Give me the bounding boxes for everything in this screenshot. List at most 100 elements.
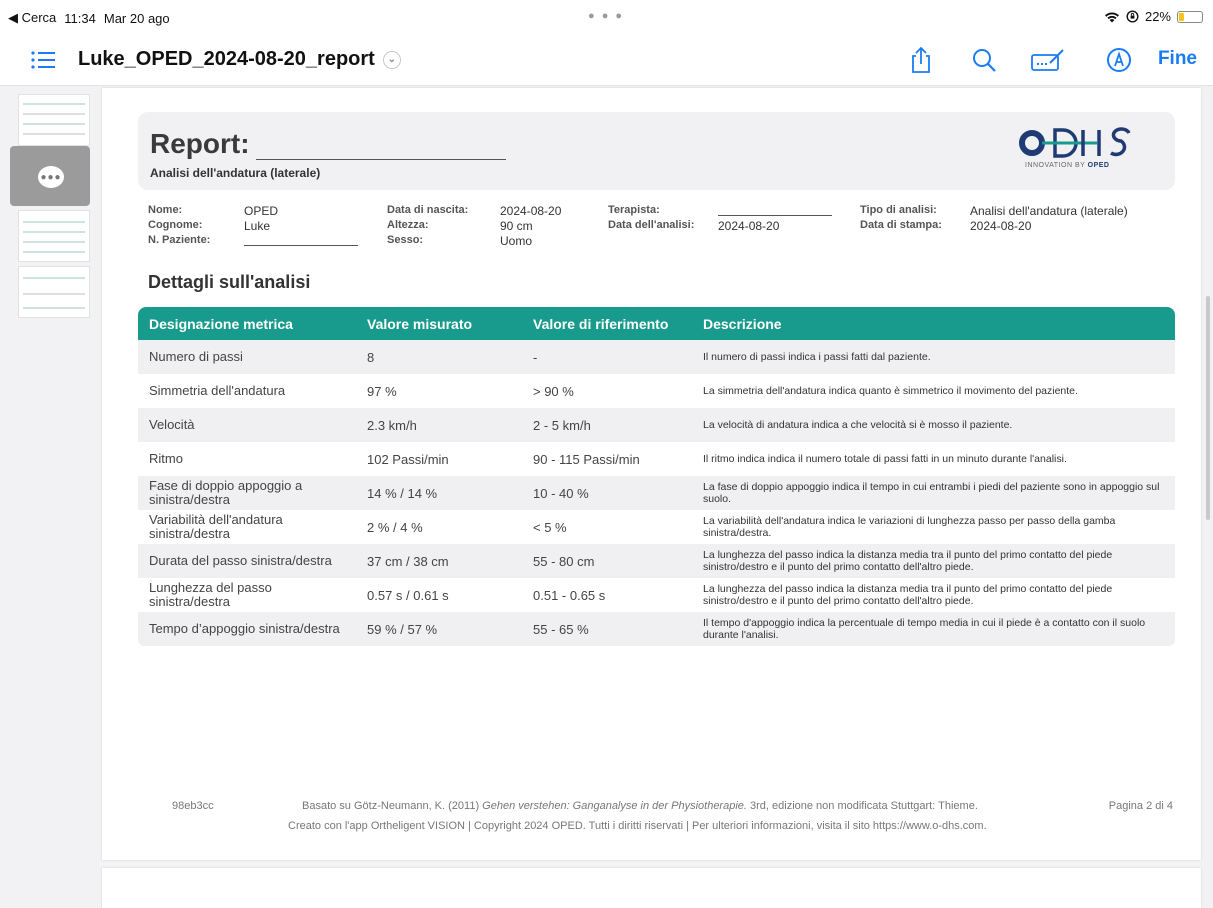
metric-name: Fase di doppio appoggio a sinistra/destr… xyxy=(138,476,356,510)
page-thumbnail-3[interactable] xyxy=(18,210,90,262)
more-options-icon[interactable]: ●●● xyxy=(38,166,64,188)
page-thumbnail-4[interactable] xyxy=(18,266,90,318)
patient-info-col-4: Tipo di analisi: Analisi dell'andatura (l… xyxy=(860,204,1128,234)
table-row: Numero di passi 8 - Il numero di passi i… xyxy=(138,340,1175,374)
measured-value: 2.3 km/h xyxy=(356,408,522,442)
pdf-page-next xyxy=(102,868,1201,908)
metric-name: Simmetria dell'andatura xyxy=(149,383,286,398)
markup-signature-icon[interactable] xyxy=(1030,46,1066,74)
outline-list-icon[interactable] xyxy=(30,48,56,72)
battery-icon xyxy=(1177,10,1203,23)
metric-description: La simmetria dell'andatura indica quanto… xyxy=(703,385,1078,397)
reference-value: 55 - 80 cm xyxy=(522,544,692,578)
reference-value: 55 - 65 % xyxy=(522,612,692,646)
chevron-down-icon[interactable]: ⌄ xyxy=(382,50,401,69)
metric-description: La lunghezza del passo indica la distanz… xyxy=(703,583,1113,607)
orientation-lock-icon xyxy=(1126,10,1139,23)
patient-info-col-1: Nome: OPED Cognome: Luke N. Paziente: xyxy=(148,204,358,249)
page-thumbnails-sidebar: ●●● xyxy=(0,86,100,908)
metric-description: La lunghezza del passo indica la distanz… xyxy=(692,544,1175,578)
cognome-label: Cognome: xyxy=(148,219,203,231)
report-title-blank xyxy=(255,136,506,160)
measured-value: 14 % / 14 % xyxy=(356,476,522,510)
odhs-logo: INNOVATION BY OPED xyxy=(1017,124,1137,176)
metric-name: Numero di passi xyxy=(138,340,356,374)
column-header: Designazione metrica xyxy=(138,307,356,340)
patient-info-col-2: Data di nascita: 2024-08-20 Altezza: 90 cm… xyxy=(387,204,561,249)
reference-value: 10 - 40 % xyxy=(522,476,692,510)
logo-tagline: INNOVATION BY OPED xyxy=(1025,162,1110,169)
multitasking-dots-icon[interactable]: ● ● ● xyxy=(588,10,624,22)
measured-value: 0.57 s / 0.61 s xyxy=(367,587,449,603)
table-row: Lunghezza del passo sinistra/destra 0.57… xyxy=(138,578,1175,612)
search-icon[interactable] xyxy=(970,46,1000,74)
column-header: Valore misurato xyxy=(356,307,522,340)
measured-value: 8 xyxy=(356,340,522,374)
reference-value: - xyxy=(522,340,692,374)
table-row: Tempo d’appoggio sinistra/destra 59 % / … xyxy=(138,612,1175,646)
metric-name: Velocità xyxy=(138,408,356,442)
report-id: 98eb3cc xyxy=(172,800,214,812)
report-subtitle: Analisi dell'andatura (laterale) xyxy=(150,166,321,180)
altezza-value: 90 cm xyxy=(500,219,533,233)
metrics-table-header: Designazione metrica Valore misurato Val… xyxy=(138,307,1175,340)
terapista-label: Terapista: xyxy=(608,204,660,216)
share-icon[interactable] xyxy=(906,46,936,74)
page-thumbnail-1[interactable] xyxy=(18,94,90,146)
table-row: Fase di doppio appoggio a sinistra/destr… xyxy=(138,476,1175,510)
metric-description: Il numero di passi indica i passi fatti … xyxy=(692,340,1175,374)
report-title-text: Report: xyxy=(150,128,250,159)
document-title[interactable]: Luke_OPED_2024-08-20_report ⌄ xyxy=(78,48,401,71)
table-row: Variabilità dell'andatura sinistra/destr… xyxy=(138,510,1175,544)
metric-name: Tempo d’appoggio sinistra/destra xyxy=(138,612,356,646)
patient-info-col-3: Terapista: Data dell'analisi: 2024-08-20 xyxy=(608,204,832,234)
scrollbar[interactable] xyxy=(1206,296,1210,520)
metric-description: Il tempo d'appoggio indica la percentual… xyxy=(692,612,1175,646)
table-row: Durata del passo sinistra/destra 37 cm /… xyxy=(138,544,1175,578)
cognome-value: Luke xyxy=(244,219,271,233)
status-time: 11:34 xyxy=(64,10,96,26)
page-number: Pagina 2 di 4 xyxy=(1108,800,1173,812)
footer-source: Basato su Götz-Neumann, K. (2011) Gehen … xyxy=(302,800,978,812)
metric-description: La fase di doppio appoggio indica il tem… xyxy=(692,476,1175,510)
measured-value: 59 % / 57 % xyxy=(356,612,522,646)
npaziente-blank xyxy=(244,234,358,246)
npaziente-label: N. Paziente: xyxy=(148,234,211,246)
reference-value: 2 - 5 km/h xyxy=(522,408,692,442)
document-title-text: Luke_OPED_2024-08-20_report xyxy=(78,48,375,70)
footer-source-title: Gehen verstehen: Ganganalyse in der Phys… xyxy=(482,800,747,812)
measured-value: 97 % xyxy=(367,383,397,399)
markup-pen-icon[interactable] xyxy=(1104,46,1134,74)
sesso-value: Uomo xyxy=(500,234,533,248)
altezza-label: Altezza: xyxy=(387,219,429,231)
odhs-logo-mark xyxy=(1019,127,1131,158)
metric-name: Lunghezza del passo sinistra/destra xyxy=(149,580,272,609)
nome-label: Nome: xyxy=(148,204,183,216)
column-header: Descrizione xyxy=(692,307,1175,340)
nascita-value: 2024-08-20 xyxy=(500,204,562,218)
section-title: Dettagli sull'analisi xyxy=(148,272,311,292)
reference-value: > 90 % xyxy=(533,383,574,399)
tipo-label: Tipo di analisi: xyxy=(860,204,937,216)
report-title: Report: xyxy=(150,128,506,160)
reference-value: 0.51 - 0.65 s xyxy=(533,587,606,603)
measured-value: 37 cm / 38 cm xyxy=(356,544,522,578)
metrics-table: Designazione metrica Valore misurato Val… xyxy=(138,307,1175,646)
nome-value: OPED xyxy=(244,204,279,218)
data-analisi-value: 2024-08-20 xyxy=(718,219,780,233)
status-bar: ◀ Cerca 11:34 Mar 20 ago ● ● ● 22% xyxy=(0,0,1213,34)
table-row: Simmetria dell'andatura 97 % > 90 % La s… xyxy=(138,374,1175,408)
back-to-search-link[interactable]: ◀ Cerca xyxy=(8,10,56,26)
nascita-label: Data di nascita: xyxy=(387,204,469,216)
metric-name: Ritmo xyxy=(149,451,183,466)
stampa-label: Data di stampa: xyxy=(860,219,942,231)
measured-value: 2 % / 4 % xyxy=(367,519,423,535)
page-thumbnail-2[interactable]: ●●● xyxy=(10,146,90,206)
reference-value: 90 - 115 Passi/min xyxy=(533,451,640,467)
table-row: Velocità 2.3 km/h 2 - 5 km/h La velocità… xyxy=(138,408,1175,442)
metric-name: Durata del passo sinistra/destra xyxy=(138,544,356,578)
battery-percent: 22% xyxy=(1144,9,1171,24)
wifi-icon xyxy=(1104,12,1119,22)
done-button[interactable]: Fine xyxy=(1158,48,1197,70)
data-analisi-label: Data dell'analisi: xyxy=(608,219,695,231)
